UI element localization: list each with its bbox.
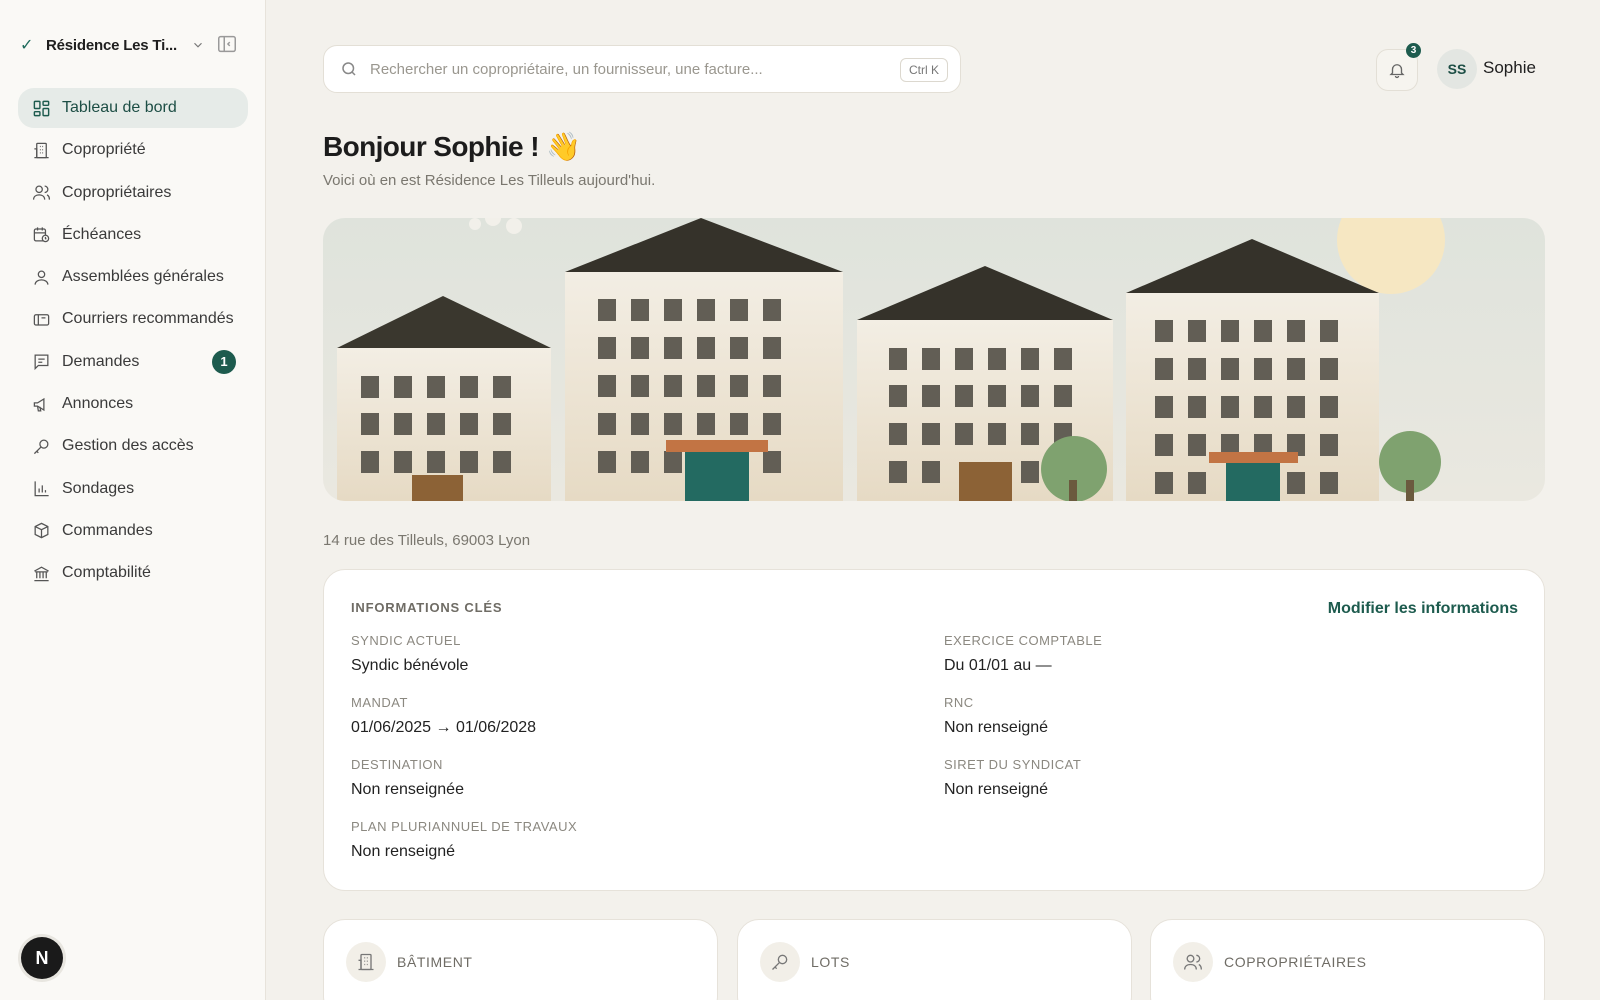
card-title: INFORMATIONS CLÉS [351, 600, 503, 615]
sidebar-item-label: Gestion des accès [62, 437, 194, 455]
sidebar-item-label: Courriers recommandés [62, 310, 234, 328]
stat-label: BÂTIMENT [397, 954, 473, 970]
key-icon [760, 942, 800, 982]
sidebar-item-sondages[interactable]: Sondages [18, 469, 248, 509]
field-mandat: MANDAT 01/06/2025 → 01/06/2028 [351, 695, 536, 737]
user-icon [31, 267, 51, 287]
building-icon [346, 942, 386, 982]
field-plan-travaux: PLAN PLURIANNUEL DE TRAVAUX Non renseign… [351, 819, 577, 861]
sidebar-item-comptabilite[interactable]: Comptabilité [18, 553, 248, 593]
sidebar-item-coproprietaires[interactable]: Copropriétaires [18, 173, 248, 213]
stat-card-batiment[interactable]: BÂTIMENT [323, 919, 718, 1000]
field-value: Non renseigné [944, 719, 1049, 736]
field-destination: DESTINATION Non renseignée [351, 757, 464, 799]
field-label: MANDAT [351, 695, 408, 710]
field-exercice: EXERCICE COMPTABLE Du 01/01 au — [944, 633, 1102, 675]
key-info-card: INFORMATIONS CLÉS Modifier les informati… [323, 569, 1545, 891]
sidebar: ✓ Résidence Les Ti... Tableau de bord Co… [0, 0, 266, 1000]
field-label: RNC [944, 695, 974, 710]
sidebar-item-label: Comptabilité [62, 564, 151, 582]
sidebar-item-assemblees-generales[interactable]: Assemblées générales [18, 257, 248, 297]
search-shortcut: Ctrl K [900, 58, 948, 82]
user-name[interactable]: Sophie [1483, 58, 1536, 78]
field-rnc: RNC Non renseigné [944, 695, 1048, 737]
message-icon [31, 352, 51, 372]
edit-info-link[interactable]: Modifier les informations [1328, 600, 1518, 618]
sidebar-item-echeances[interactable]: Échéances [18, 215, 248, 255]
field-label: SYNDIC ACTUEL [351, 633, 461, 648]
sidebar-item-label: Échéances [62, 225, 142, 243]
megaphone-icon [31, 394, 51, 414]
bank-icon [31, 563, 51, 583]
key-icon [31, 436, 51, 456]
field-value: Non renseignée [351, 781, 464, 798]
users-icon [1173, 942, 1213, 982]
search-bar[interactable]: Ctrl K [323, 45, 961, 93]
field-siret: SIRET DU SYNDICAT Non renseigné [944, 757, 1081, 799]
bar-chart-icon [31, 479, 51, 499]
field-value: Non renseigné [351, 843, 456, 860]
sidebar-nav: Tableau de bord Copropriété Copropriétai… [18, 88, 248, 596]
page-subtitle: Voici où en est Résidence Les Tilleuls a… [323, 172, 656, 189]
residence-illustration [323, 218, 1545, 501]
stat-card-lots[interactable]: LOTS [737, 919, 1132, 1000]
sidebar-item-label: Sondages [62, 479, 135, 497]
stat-card-coproprietaires[interactable]: COPROPRIÉTAIRES [1150, 919, 1545, 1000]
page-title: Bonjour Sophie ! 👋 [323, 131, 581, 162]
field-value: Du 01/01 au — [944, 657, 1052, 674]
field-label: DESTINATION [351, 757, 443, 772]
demandes-count-badge: 1 [212, 349, 236, 374]
field-value: Non renseigné [944, 781, 1049, 798]
sidebar-collapse-icon[interactable] [216, 33, 238, 55]
property-name: Résidence Les Ti... [46, 36, 177, 54]
package-icon [31, 521, 51, 541]
sidebar-item-demandes[interactable]: Demandes 1 [18, 342, 248, 382]
sidebar-item-label: Commandes [62, 521, 153, 539]
field-label: EXERCICE COMPTABLE [944, 633, 1103, 648]
check-icon: ✓ [20, 37, 34, 54]
sidebar-item-commandes[interactable]: Commandes [18, 511, 248, 551]
sidebar-item-courriers-recommandes[interactable]: Courriers recommandés [18, 299, 248, 339]
sidebar-item-label: Demandes [62, 352, 140, 370]
app-logo[interactable]: N [21, 937, 63, 979]
stat-label: COPROPRIÉTAIRES [1224, 954, 1367, 970]
building-icon [31, 140, 51, 160]
field-value: Syndic bénévole [351, 657, 469, 674]
search-input[interactable] [370, 60, 890, 78]
sidebar-item-label: Tableau de bord [62, 99, 177, 116]
sidebar-item-label: Copropriétaires [62, 183, 172, 201]
notifications-count-badge: 3 [1406, 43, 1421, 58]
property-switcher[interactable]: ✓ Résidence Les Ti... [20, 32, 246, 58]
calendar-clock-icon [31, 225, 51, 245]
sidebar-item-copropriete[interactable]: Copropriété [18, 130, 248, 170]
sidebar-item-label: Copropriété [62, 141, 146, 159]
bell-icon [1389, 64, 1405, 79]
field-label: SIRET DU SYNDICAT [944, 757, 1082, 772]
users-icon [31, 183, 51, 203]
address: 14 rue des Tilleuls, 69003 Lyon [323, 532, 531, 549]
dashboard-icon [31, 98, 51, 118]
field-value: 01/06/2025 → 01/06/2028 [351, 719, 537, 736]
sidebar-item-label: Annonces [62, 395, 134, 413]
mailbox-icon [31, 309, 51, 329]
sidebar-item-gestion-des-acces[interactable]: Gestion des accès [18, 426, 248, 466]
search-icon [342, 62, 356, 76]
notifications-button[interactable]: 3 [1376, 43, 1421, 91]
avatar[interactable]: SS [1437, 49, 1477, 89]
chevron-down-icon [194, 42, 202, 48]
stat-label: LOTS [811, 954, 850, 970]
sidebar-item-label: Assemblées générales [62, 268, 224, 286]
sidebar-item-tableau-de-bord[interactable]: Tableau de bord [18, 88, 248, 128]
field-syndic: SYNDIC ACTUEL Syndic bénévole [351, 633, 468, 675]
field-label: PLAN PLURIANNUEL DE TRAVAUX [351, 819, 578, 834]
sidebar-item-annonces[interactable]: Annonces [18, 384, 248, 424]
